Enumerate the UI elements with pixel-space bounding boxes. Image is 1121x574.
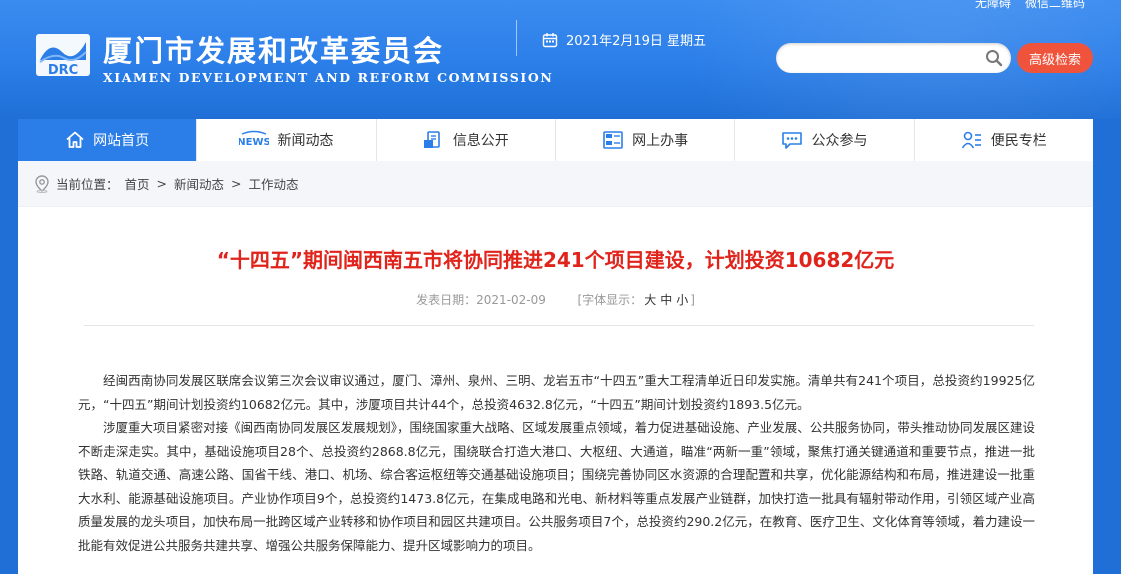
breadcrumb-separator: > (231, 176, 242, 191)
meta-divider (84, 325, 1034, 326)
publish-date: 2021-02-09 (476, 293, 546, 307)
font-size-large[interactable]: 大 (644, 293, 656, 307)
publish-date-label: 发表日期： (416, 293, 477, 307)
article-paragraph: 经闽西南协同发展区联席会议第三次会议审议通过，厦门、漳州、泉州、三明、龙岩五市“… (78, 373, 1035, 412)
site-subtitle: XIAMEN DEVELOPMENT AND REFORM COMMISSION (103, 70, 554, 85)
main-nav: 网站首页 NEWS 新闻动态 信息公开 网上办事 公众参与 便民专栏 (18, 119, 1093, 161)
font-size-prefix: [字体显示： (577, 293, 643, 307)
main-content: 当前位置： 首页 > 新闻动态 > 工作动态 “十四五”期间闽西南五市将协同推进… (18, 161, 1093, 574)
advanced-search-button[interactable]: 高级检索 (1017, 43, 1093, 73)
nav-label-public-participation: 公众参与 (811, 133, 868, 149)
logo-text: DRC (48, 63, 78, 78)
breadcrumb-home[interactable]: 首页 (125, 174, 150, 193)
news-icon-text: NEWS (239, 137, 269, 148)
nav-item-convenience[interactable]: 便民专栏 (915, 119, 1093, 161)
nav-item-public-participation[interactable]: 公众参与 (735, 119, 915, 161)
breadcrumb: 当前位置： 首页 > 新闻动态 > 工作动态 (18, 161, 1093, 207)
home-icon (66, 131, 84, 148)
site-title[interactable]: 厦门市发展和改革委员会 (103, 28, 444, 70)
search-input[interactable] (790, 43, 980, 73)
nav-label-home: 网站首页 (93, 133, 150, 149)
breadcrumb-separator: > (156, 176, 168, 191)
calendar-icon (542, 32, 558, 47)
wechat-qrcode-link[interactable]: 微信二维码 (1025, 0, 1085, 11)
nav-item-home[interactable]: 网站首页 (18, 119, 198, 161)
article-title: “十四五”期间闽西南五市将协同推进241个项目建设，计划投资10682亿元 (216, 248, 895, 272)
date-display: 2021年2月19日 星期五 (542, 30, 706, 49)
article-paragraph: 涉厦重大项目紧密对接《闽西南协同发展区发展规划》，围绕国家重大战略、区域发展重点… (78, 420, 1035, 553)
font-size-small[interactable]: 小 (676, 293, 688, 307)
search-icon[interactable] (985, 49, 1003, 71)
location-pin-icon (35, 174, 49, 193)
header-divider (516, 20, 517, 56)
nav-item-online-service[interactable]: 网上办事 (556, 119, 736, 161)
drc-logo[interactable]: DRC (34, 30, 92, 80)
article-meta: 发表日期：2021-02-09 [字体显示：大中小] (18, 291, 1093, 308)
font-size-suffix: ] (690, 293, 695, 307)
nav-item-news[interactable]: NEWS 新闻动态 (197, 119, 377, 161)
news-icon: NEWS (239, 130, 269, 148)
breadcrumb-news[interactable]: 新闻动态 (174, 174, 224, 193)
drc-logo-icon: DRC (36, 34, 90, 78)
font-size-medium[interactable]: 中 (660, 293, 672, 307)
breadcrumb-work-news[interactable]: 工作动态 (249, 174, 299, 193)
nav-label-online-service: 网上办事 (632, 133, 689, 149)
nav-label-convenience: 便民专栏 (990, 133, 1047, 149)
document-icon (423, 131, 440, 148)
top-links: 无障碍 微信二维码 (975, 0, 1085, 11)
online-service-icon (603, 131, 623, 149)
current-date: 2021年2月19日 星期五 (566, 34, 707, 49)
breadcrumb-prefix: 当前位置： (56, 177, 119, 192)
nav-label-info-public: 信息公开 (452, 133, 509, 149)
user-list-icon (961, 131, 981, 149)
nav-label-news: 新闻动态 (277, 133, 334, 149)
accessibility-link[interactable]: 无障碍 (975, 0, 1011, 11)
search-box (776, 43, 1011, 73)
site-header: 无障碍 微信二维码 DRC 厦门市发展和改革委员会 XIAMEN DEVELOP… (0, 0, 1121, 119)
nav-item-info-public[interactable]: 信息公开 (377, 119, 556, 161)
article-body: 经闽西南协同发展区联席会议第三次会议审议通过，厦门、漳州、泉州、三明、龙岩五市“… (78, 369, 1035, 557)
chat-icon (782, 132, 803, 149)
